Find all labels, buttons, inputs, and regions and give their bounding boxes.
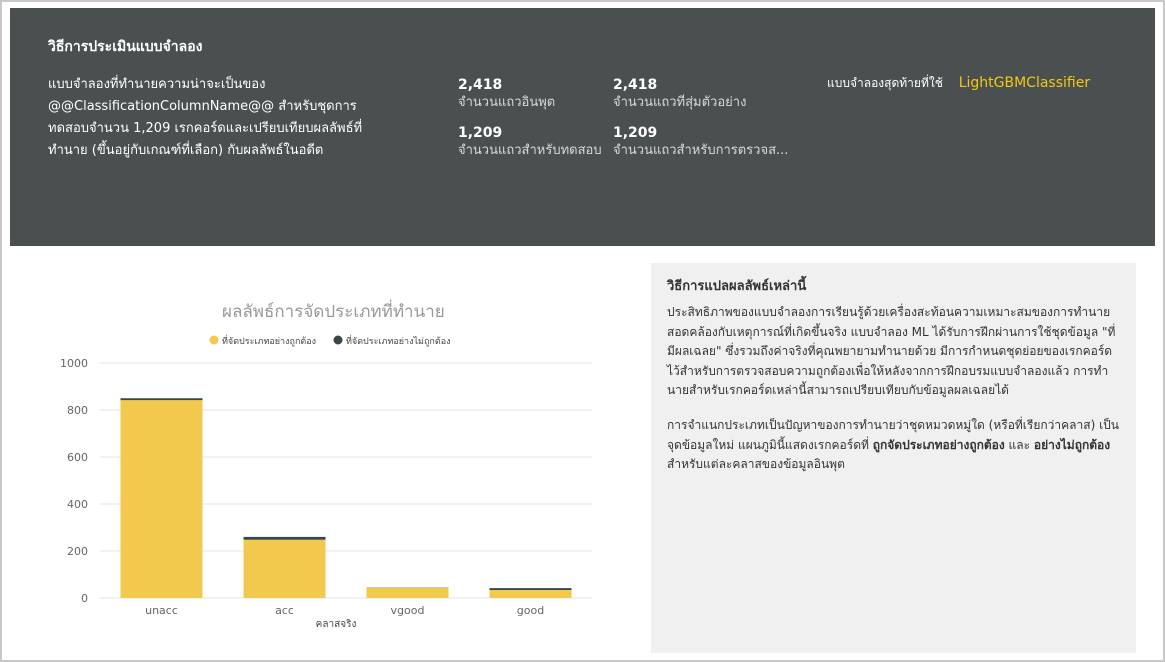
info-text: สำหรับแต่ละคลาสของข้อมูลอินพุต	[667, 457, 845, 471]
bar-incorrect	[243, 536, 326, 540]
info-bold-incorrect: อย่างไม่ถูกต้อง	[1033, 437, 1111, 452]
legend-label: ที่จัดประเภทอย่างไม่ถูกต้อง	[346, 334, 451, 347]
x-tick-label: acc	[275, 604, 294, 617]
bar-correct	[243, 539, 326, 598]
bar-incorrect	[489, 588, 572, 591]
x-axis-label: คลาสจริง	[316, 619, 357, 630]
x-tick-label: unacc	[145, 604, 178, 617]
classification-chart: 0 200 400 600 800 1000 unacc acc vgood good คลาสจร…	[60, 334, 592, 630]
info-title: วิธีการแปลผลลัพธ์เหล่านี้	[667, 279, 807, 294]
final-model-label: แบบจำลองสุดท้ายที่ใช้	[827, 76, 943, 90]
x-tick-label: vgood	[391, 604, 425, 617]
info-text: และ	[1004, 437, 1034, 452]
info-panel: วิธีการแปลผลลัพธ์เหล่านี้ ประสิทธิภาพของ…	[651, 263, 1136, 653]
y-tick-label: 400	[67, 498, 88, 511]
final-model: แบบจำลองสุดท้ายที่ใช้ LightGBMClassifier	[827, 74, 1090, 93]
x-tick-label: good	[517, 604, 544, 617]
legend-marker	[209, 335, 219, 345]
y-tick-label: 200	[67, 545, 88, 558]
legend-marker	[333, 335, 343, 345]
y-tick-label: 0	[81, 592, 88, 605]
info-paragraph-2: การจำแนกประเภทเป็นปัญหาของการทำนายว่าชุด…	[667, 416, 1122, 475]
y-tick-label: 800	[67, 404, 88, 417]
bar-correct	[120, 400, 203, 598]
info-bold-correct: ถูกจัดประเภทอย่างถูกต้อง	[872, 437, 1005, 452]
y-tick-label: 600	[67, 451, 88, 464]
bar-incorrect	[120, 398, 203, 401]
legend-label: ที่จัดประเภทอย่างถูกต้อง	[222, 334, 316, 347]
bar-correct	[366, 587, 449, 598]
y-tick-label: 1000	[60, 357, 88, 370]
bar-correct	[489, 590, 572, 598]
final-model-value: LightGBMClassifier	[958, 75, 1091, 91]
info-paragraph-1: ประสิทธิภาพของแบบจำลองการเรียนรู้ด้วยเคร…	[667, 305, 1116, 397]
